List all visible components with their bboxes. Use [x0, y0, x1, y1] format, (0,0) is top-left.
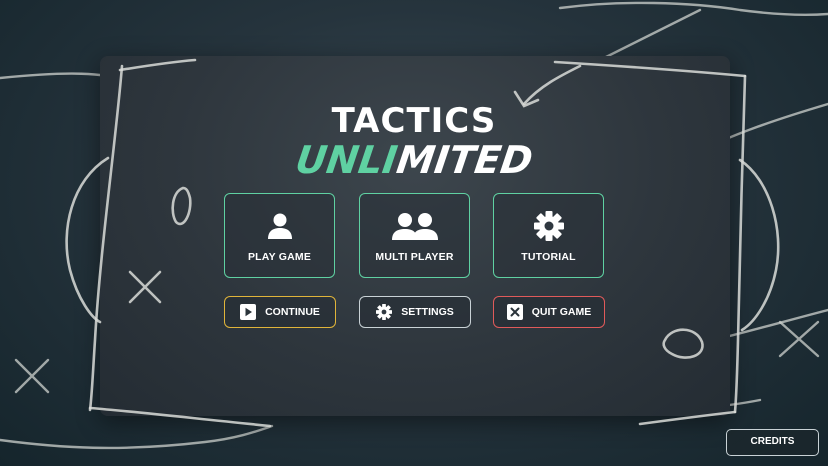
- multi-player-button[interactable]: MULTI PLAYER: [359, 193, 470, 278]
- logo-title-unlimited: UNLIMITED: [292, 138, 536, 182]
- play-game-label: PLAY GAME: [247, 250, 312, 263]
- credits-button[interactable]: CREDITS: [726, 429, 819, 456]
- settings-button[interactable]: SETTINGS: [359, 296, 471, 328]
- game-logo: TACTICS UNLIMITED: [0, 101, 828, 182]
- tutorial-label: TUTORIAL: [521, 250, 576, 263]
- tutorial-button[interactable]: TUTORIAL: [493, 193, 604, 278]
- multi-player-label: MULTI PLAYER: [375, 250, 454, 263]
- gear-icon: [376, 304, 393, 320]
- logo-title-tactics: TACTICS: [331, 101, 497, 141]
- quit-game-button[interactable]: QUIT GAME: [493, 296, 605, 328]
- continue-button[interactable]: CONTINUE: [224, 296, 336, 328]
- quit-game-label: QUIT GAME: [531, 306, 592, 318]
- logo-unlimited-white-part: MITED: [393, 138, 536, 182]
- continue-label: CONTINUE: [265, 306, 320, 318]
- logo-unlimited-green-part: UNLI: [292, 138, 400, 182]
- multi-user-icon: [391, 209, 439, 243]
- single-user-icon: [267, 209, 293, 243]
- close-icon: [506, 304, 523, 320]
- settings-label: SETTINGS: [401, 306, 454, 318]
- gear-icon: [533, 209, 564, 243]
- play-icon: [240, 304, 257, 320]
- play-game-button[interactable]: PLAY GAME: [224, 193, 335, 278]
